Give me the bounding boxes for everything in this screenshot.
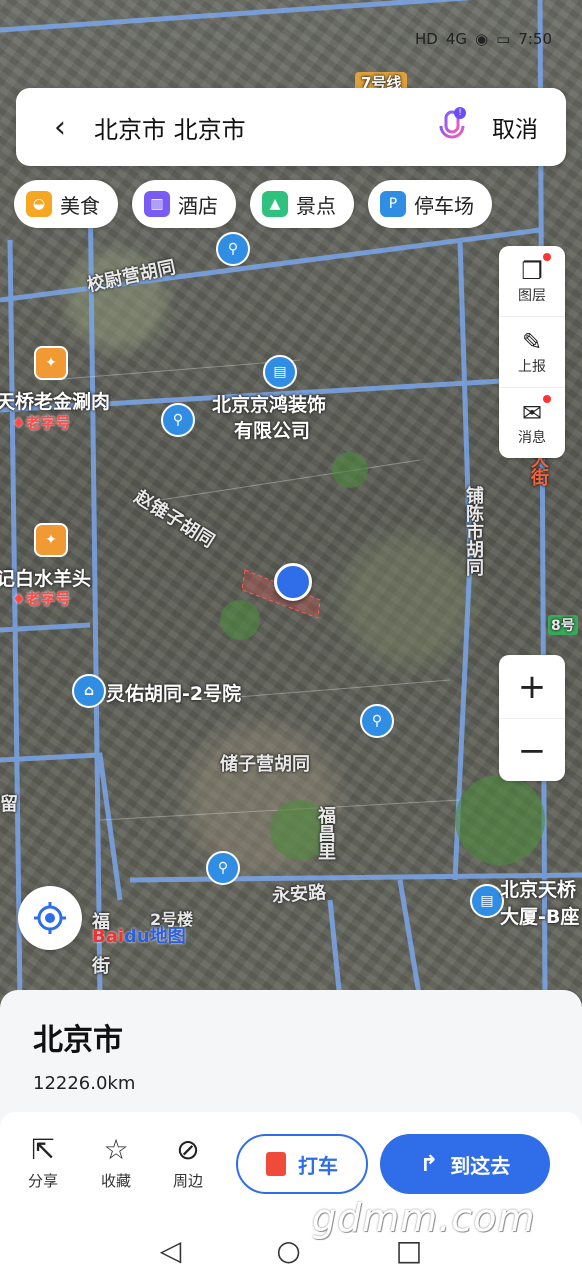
eye-icon: ◉ <box>475 30 489 48</box>
home-icon[interactable]: ⌂ <box>72 674 106 708</box>
zoom-control: + − <box>499 655 565 781</box>
poi-label[interactable]: 北京京鸿装饰 <box>212 390 326 417</box>
chip-label: 美食 <box>60 193 100 218</box>
nav-back-icon[interactable]: ◁ <box>160 1234 182 1267</box>
restroom-icon[interactable]: ⚲ <box>161 403 195 437</box>
notification-dot <box>543 395 551 403</box>
poi-tag: ♦老字号 <box>12 590 71 608</box>
navigate-label: 到这去 <box>450 1153 511 1178</box>
building-icon[interactable]: ▤ <box>263 355 297 389</box>
tool-label: 图层 <box>518 288 546 304</box>
restaurant-icon[interactable]: ✦ <box>34 346 68 380</box>
navigate-button[interactable]: ↱ 到这去 <box>380 1134 550 1194</box>
layers-icon: ❐ <box>521 257 543 285</box>
watermark: gdmm.com <box>312 1196 536 1240</box>
poi-label: 大厦-B座 <box>500 906 580 928</box>
clock: 7:50 <box>518 30 552 48</box>
zoom-in-button[interactable]: + <box>499 655 565 719</box>
chip-label: 停车场 <box>414 193 474 218</box>
share-button[interactable]: ⇱ 分享 <box>28 1134 58 1191</box>
street-label: 街 <box>92 956 110 977</box>
hd-indicator: HD <box>415 30 438 48</box>
search-query[interactable]: 北京市 北京市 <box>94 110 432 145</box>
edit-icon: ✎ <box>521 328 543 356</box>
poi-label[interactable]: 灵佑胡同-2号院 <box>106 679 241 706</box>
poi-label[interactable]: 天桥老金涮肉 <box>0 387 110 414</box>
favorite-button[interactable]: ☆ 收藏 <box>101 1134 131 1191</box>
layers-button[interactable]: ❐ 图层 <box>499 246 565 317</box>
search-bar[interactable]: ‹ 北京市 北京市 ! 取消 <box>16 88 566 166</box>
chip-parking[interactable]: P 停车场 <box>368 180 492 228</box>
mountain-icon: ▲ <box>262 191 288 217</box>
baidu-logo: Baidu地图 <box>92 926 186 947</box>
microphone-icon[interactable]: ! <box>432 107 472 147</box>
action-label: 分享 <box>28 1172 59 1190</box>
locate-me-button[interactable] <box>18 886 82 950</box>
compass-icon: ⊘ <box>176 1133 200 1166</box>
street-label: 永安路 <box>271 882 327 907</box>
food-icon: ◒ <box>26 191 52 217</box>
star-icon: ☆ <box>103 1133 129 1166</box>
hotel-icon: ▥ <box>144 191 170 217</box>
poi-label[interactable]: 记白水羊头 <box>0 564 91 591</box>
taxi-icon <box>266 1152 286 1176</box>
poi-label: 有限公司 <box>234 420 311 442</box>
restroom-icon[interactable]: ⚲ <box>206 851 240 885</box>
nav-home-icon[interactable]: ○ <box>276 1234 300 1267</box>
notification-dot <box>543 253 551 261</box>
map-tools: ❐ 图层 ✎ 上报 ✉ 消息 <box>499 246 565 458</box>
street-label: 留 <box>0 794 18 815</box>
tool-label: 上报 <box>518 359 546 375</box>
street-label: 福昌里 <box>315 806 336 860</box>
chip-food[interactable]: ◒ 美食 <box>14 180 118 228</box>
report-button[interactable]: ✎ 上报 <box>499 317 565 388</box>
parking-icon: P <box>380 191 406 217</box>
chip-hotel[interactable]: ▥ 酒店 <box>132 180 236 228</box>
exit-label: 8号 <box>548 615 578 635</box>
building-icon[interactable]: ▤ <box>470 884 504 918</box>
taxi-label: 打车 <box>298 1153 338 1178</box>
poi-label[interactable]: 北京天桥 <box>500 875 576 902</box>
cancel-button[interactable]: 取消 <box>492 110 538 144</box>
battery-icon: ▭ <box>496 30 511 48</box>
share-icon: ⇱ <box>31 1133 55 1166</box>
taxi-button[interactable]: 打车 <box>236 1134 368 1194</box>
restroom-icon[interactable]: ⚲ <box>216 232 250 266</box>
street-label: 铺陈市胡同 <box>463 486 484 576</box>
location-pin-icon[interactable] <box>274 563 312 601</box>
network-indicator: 4G <box>445 30 468 48</box>
nearby-button[interactable]: ⊘ 周边 <box>173 1134 203 1191</box>
crosshair-icon <box>34 902 66 934</box>
zoom-out-button[interactable]: − <box>499 719 565 782</box>
tool-label: 消息 <box>518 430 546 446</box>
turn-arrow-icon: ↱ <box>419 1151 439 1177</box>
action-label: 周边 <box>173 1172 204 1190</box>
back-arrow-icon[interactable]: ‹ <box>54 110 94 145</box>
mail-icon: ✉ <box>521 399 543 427</box>
chip-label: 酒店 <box>178 193 218 218</box>
restaurant-icon[interactable]: ✦ <box>34 523 68 557</box>
street-label: 储子营胡同 <box>220 754 310 775</box>
messages-button[interactable]: ✉ 消息 <box>499 388 565 458</box>
mic-badge: ! <box>454 107 466 119</box>
category-chips: ◒ 美食 ▥ 酒店 ▲ 景点 P 停车场 <box>14 180 492 228</box>
chip-scenic[interactable]: ▲ 景点 <box>250 180 354 228</box>
poi-tag: ♦老字号 <box>12 414 71 432</box>
restroom-icon[interactable]: ⚲ <box>360 704 394 738</box>
place-title: 北京市 <box>33 1023 123 1058</box>
chip-label: 景点 <box>296 193 336 218</box>
status-bar: HD 4G ◉ ▭ 7:50 <box>415 30 552 48</box>
action-label: 收藏 <box>101 1172 132 1190</box>
place-distance: 12226.0km <box>33 1073 136 1094</box>
